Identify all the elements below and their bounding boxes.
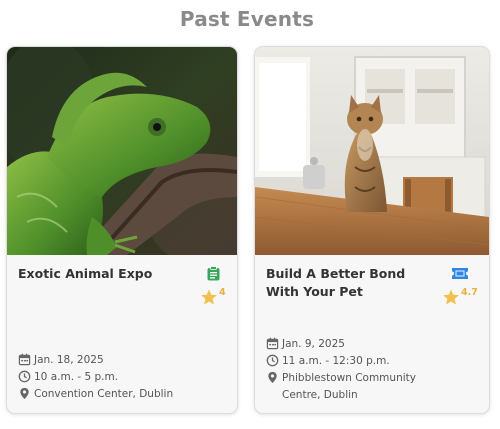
rating-value: 4: [219, 287, 226, 298]
event-location: Phibblestown Community Centre, Dublin: [282, 372, 416, 401]
event-photo-cat: [255, 47, 489, 255]
clock-icon: [266, 354, 279, 367]
calendar-icon: [18, 353, 31, 366]
star-icon: [201, 289, 217, 305]
event-location: Convention Center, Dublin: [34, 388, 174, 400]
event-time: 10 a.m. - 5 p.m.: [34, 371, 119, 383]
map-pin-icon: [268, 371, 277, 384]
calendar-icon: [266, 337, 279, 350]
rating-value: 4.7: [461, 287, 478, 298]
section-title: Past Events: [179, 7, 315, 31]
rating: 4: [200, 287, 226, 306]
event-photo-lizard: [7, 47, 237, 255]
event-title[interactable]: Exotic Animal Expo: [18, 265, 190, 283]
event-date: Jan. 18, 2025: [34, 354, 104, 366]
rating: 4.7: [442, 287, 478, 306]
clock-icon: [18, 370, 31, 383]
map-pin-icon: [20, 387, 29, 400]
star-icon: [443, 289, 459, 305]
event-time: 11 a.m. - 12:30 p.m.: [282, 355, 390, 367]
event-details: Jan. 18, 2025 10 a.m. - 5 p.m. Conventio…: [18, 353, 173, 404]
event-date: Jan. 9, 2025: [282, 338, 345, 350]
clipboard-icon: [206, 265, 220, 280]
event-card[interactable]: Build A Better Bond With Your Pet 4.7 Ja…: [254, 46, 490, 414]
event-details: Jan. 9, 2025 11 a.m. - 12:30 p.m. Phibbl…: [266, 337, 452, 407]
event-card[interactable]: Exotic Animal Expo 4 Jan. 18, 2025 10 a.…: [6, 46, 238, 414]
ticket-icon: [451, 266, 469, 280]
event-title[interactable]: Build A Better Bond With Your Pet: [266, 265, 438, 301]
